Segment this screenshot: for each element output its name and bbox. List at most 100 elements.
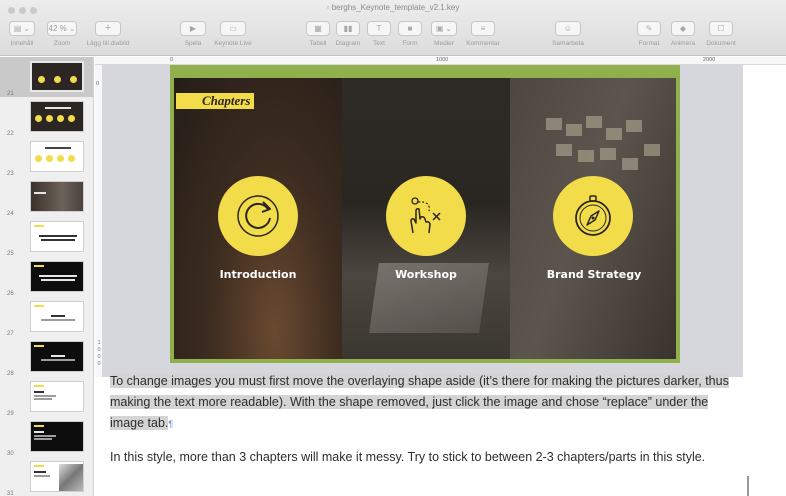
- ruler-mark: 0: [96, 81, 100, 87]
- ruler-mark: 0: [97, 347, 101, 353]
- play-button[interactable]: ▶ Spela: [178, 21, 208, 47]
- zoom-value: 42 %: [48, 24, 67, 33]
- chapter-circle-introduction[interactable]: [218, 176, 298, 256]
- format-button[interactable]: ✎ Format: [634, 21, 664, 47]
- chart-label: Diagram: [335, 40, 361, 47]
- add-slide-button[interactable]: + Lägg till diabild: [80, 21, 136, 47]
- slide-thumbnail-25[interactable]: 25: [0, 217, 93, 257]
- chapter-label-brand-strategy[interactable]: Brand Strategy: [510, 268, 676, 281]
- play-label: Spela: [184, 40, 202, 47]
- zoom-menu[interactable]: 42 % ⌄ Zoom: [43, 21, 81, 47]
- chevron-down-icon: ⌄: [23, 23, 31, 33]
- ruler-mark: 0: [97, 354, 101, 360]
- text-cursor: [747, 476, 749, 496]
- post-it-shape: [578, 150, 594, 162]
- post-it-shape: [586, 116, 602, 128]
- collaborate-icon: ☺: [563, 23, 573, 33]
- post-it-shape: [556, 144, 572, 156]
- shape-label: Form: [402, 40, 418, 47]
- text-label: Text: [373, 40, 385, 47]
- slide-number: 31: [7, 491, 14, 496]
- post-it-shape: [600, 148, 616, 160]
- chevron-down-icon: ⌄: [68, 23, 76, 33]
- live-display-icon: ▭: [229, 23, 237, 33]
- shape-icon: ■: [407, 23, 413, 33]
- chapter-label-workshop[interactable]: Workshop: [342, 268, 510, 281]
- animate-icon: ◆: [679, 23, 687, 33]
- paintbrush-icon: ✎: [645, 23, 653, 33]
- animate-button[interactable]: ◆ Animera: [666, 21, 700, 47]
- toolbar: ▫ berghs_Keynote_template_v2.1.key ▤ ⌄ In…: [0, 0, 786, 56]
- collaborate-button[interactable]: ☺ Samarbeta: [548, 21, 588, 47]
- slide-thumbnail-29[interactable]: 29: [0, 377, 93, 417]
- refresh-arrow-icon: [237, 195, 279, 237]
- document-icon: ▫: [326, 3, 330, 12]
- chapters-tag[interactable]: Chapters: [176, 93, 254, 109]
- slide-thumbnail-24[interactable]: 24: [0, 177, 93, 217]
- slide-thumbnail-27[interactable]: 27: [0, 297, 93, 337]
- post-it-shape: [626, 120, 642, 132]
- presenter-note-paragraph[interactable]: In this style, more than 3 chapters will…: [110, 447, 738, 468]
- post-it-shape: [622, 158, 638, 170]
- format-label: Format: [638, 40, 660, 47]
- table-button[interactable]: ▦ Tabell: [304, 21, 332, 47]
- slide-thumbnail-28[interactable]: 28: [0, 337, 93, 377]
- shape-button[interactable]: ■ Form: [397, 21, 423, 47]
- ruler-mark: 1000: [436, 57, 449, 63]
- keynote-live-button[interactable]: ▭ Keynote Live: [210, 21, 256, 47]
- text-box-icon: T: [376, 23, 382, 33]
- table-label: Tabell: [309, 40, 327, 47]
- chapter-label-introduction[interactable]: Introduction: [174, 268, 342, 281]
- bar-chart-icon: ▮▮: [343, 23, 353, 33]
- media-button[interactable]: ▣ ⌄ Medier: [428, 21, 460, 47]
- comment-label: Kommentar: [466, 40, 500, 47]
- presenter-notes[interactable]: To change images you must first move the…: [95, 374, 786, 496]
- document-panel-icon: ☐: [717, 23, 725, 33]
- sidebar-icon: ▤: [13, 23, 22, 33]
- chapter-circle-brand-strategy[interactable]: [553, 176, 633, 256]
- view-menu[interactable]: ▤ ⌄ Innehåll: [6, 21, 38, 47]
- slide-thumbnail-30[interactable]: 30: [0, 417, 93, 457]
- post-it-shape: [566, 124, 582, 136]
- ruler-mark: 2000: [703, 57, 716, 63]
- slide-navigator: 21 22 23 24 25 26 27 28 29 30 31: [0, 57, 94, 496]
- comment-button[interactable]: ≡ Kommentar: [460, 21, 506, 47]
- plus-icon: +: [104, 22, 112, 34]
- animate-label: Animera: [670, 40, 696, 47]
- slide-thumbnail-23[interactable]: 23: [0, 137, 93, 177]
- slide-thumbnail-26[interactable]: 26: [0, 257, 93, 297]
- keynote-live-label: Keynote Live: [214, 40, 252, 47]
- post-it-shape: [644, 144, 660, 156]
- document-button[interactable]: ☐ Dokument: [702, 21, 740, 47]
- ruler-mark: 0: [97, 361, 101, 367]
- slide-thumbnail-21[interactable]: 21: [0, 57, 93, 97]
- window-title: ▫ berghs_Keynote_template_v2.1.key: [326, 3, 460, 12]
- collaborate-label: Samarbeta: [552, 40, 584, 47]
- play-icon: ▶: [189, 23, 197, 33]
- zoom-label: Zoom: [53, 40, 71, 47]
- horizontal-ruler: 0 1000 2000: [95, 57, 786, 65]
- presenter-note-paragraph[interactable]: To change images you must first move the…: [110, 371, 738, 435]
- slide-content: Chapters Introduction Workshop Brand Str…: [174, 78, 676, 359]
- pilcrow-icon: ¶: [168, 419, 174, 429]
- hand-pointer-icon: [410, 197, 441, 234]
- slide-thumbnail-22[interactable]: 22: [0, 97, 93, 137]
- media-label: Medier: [434, 40, 454, 47]
- slide-thumbnail-31[interactable]: 31: [0, 457, 93, 496]
- post-it-shape: [606, 128, 622, 140]
- compass-icon: [575, 195, 611, 236]
- chart-button[interactable]: ▮▮ Diagram: [333, 21, 363, 47]
- add-slide-label: Lägg till diabild: [86, 40, 130, 47]
- view-label: Innehåll: [10, 40, 34, 47]
- document-label: Dokument: [706, 40, 736, 47]
- comment-icon: ≡: [480, 23, 486, 33]
- post-it-shape: [546, 118, 562, 130]
- current-slide[interactable]: Chapters Introduction Workshop Brand Str…: [170, 65, 680, 363]
- ruler-mark: 0: [170, 57, 174, 63]
- chevron-down-icon: ⌄: [445, 23, 453, 33]
- text-button[interactable]: T Text: [366, 21, 392, 47]
- table-icon: ▦: [314, 23, 322, 33]
- note-text: To change images you must first move the…: [110, 374, 729, 430]
- ruler-mark: 1: [97, 340, 101, 346]
- chapter-circle-workshop[interactable]: [386, 176, 466, 256]
